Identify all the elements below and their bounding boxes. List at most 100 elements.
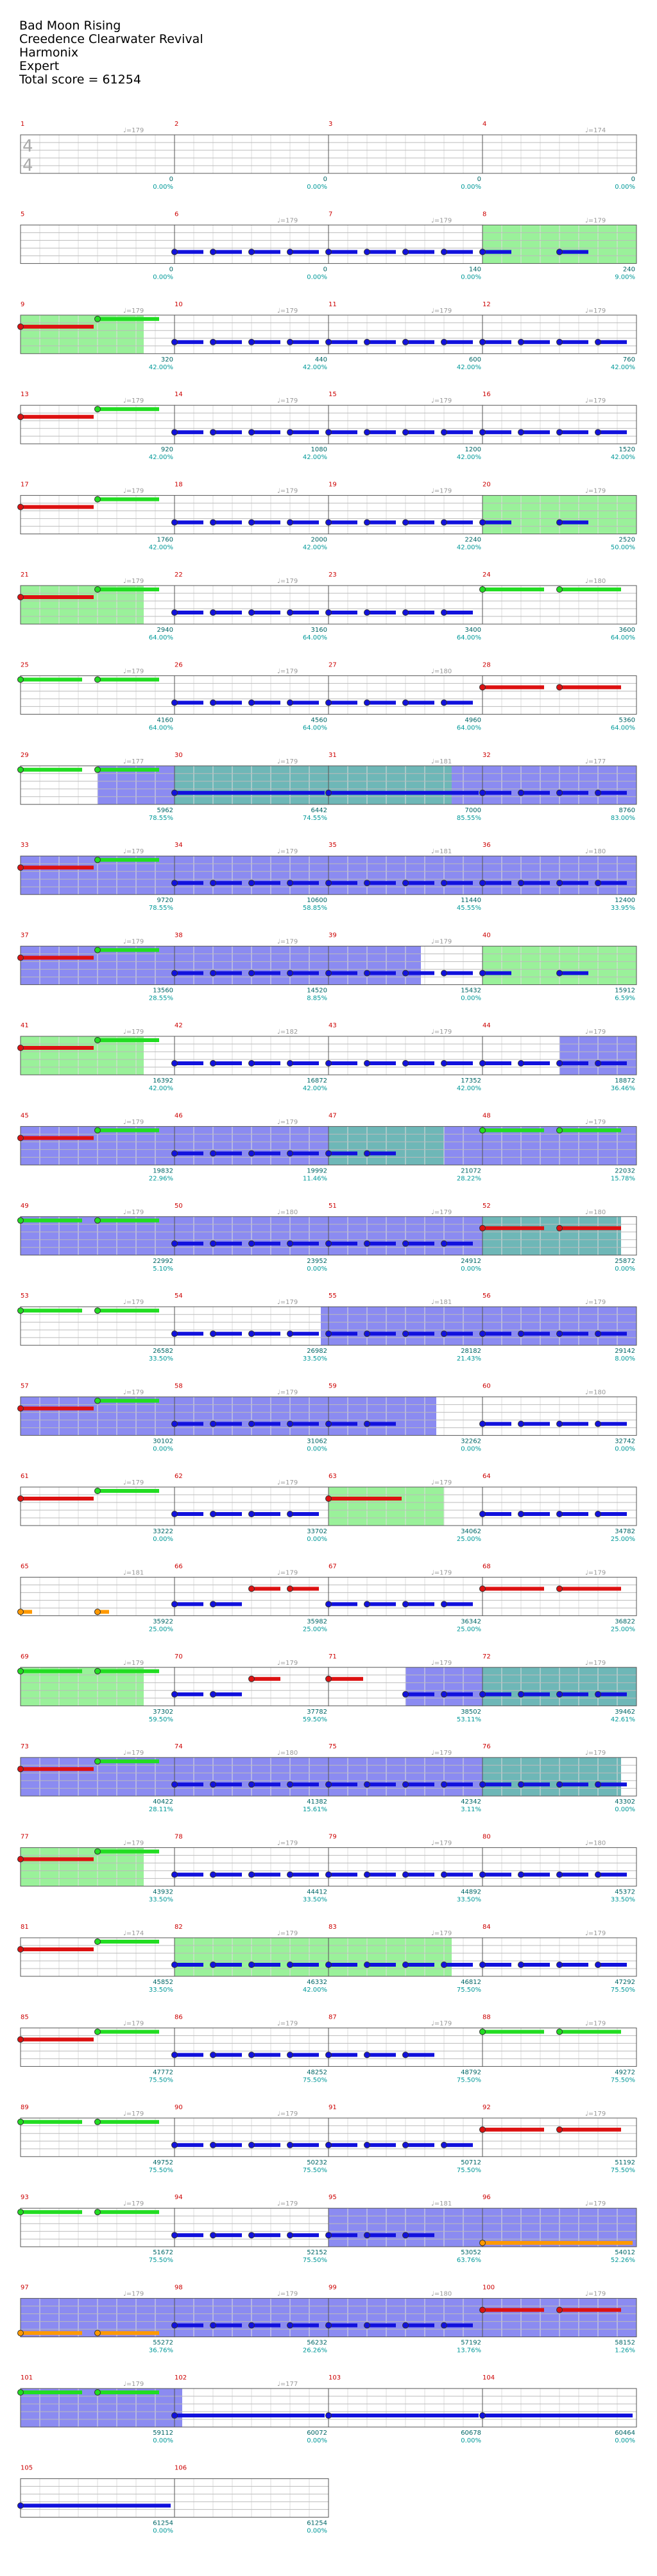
measure-number: 8	[482, 211, 486, 218]
blue-note	[441, 429, 447, 436]
blue-note	[364, 338, 370, 345]
sustain-bar	[213, 611, 242, 614]
blue-note	[518, 880, 524, 887]
blue-note	[287, 699, 293, 706]
measure-number: 29	[21, 752, 29, 759]
measure-score: 43302	[615, 1798, 635, 1806]
sustain-bar	[559, 881, 588, 885]
sustain-bar	[252, 1241, 280, 1246]
red-note	[556, 684, 563, 691]
blue-note	[210, 2232, 216, 2239]
measure-number: 97	[21, 2284, 29, 2292]
sustain-bar	[521, 1512, 550, 1516]
tempo-marker: ♩=179	[123, 488, 144, 495]
measure-number: 4	[482, 121, 486, 128]
sustain-bar	[405, 250, 434, 254]
tempo-marker: ♩=179	[123, 1840, 144, 1847]
measure-number: 84	[482, 1924, 491, 1931]
measure-percent: 64.00%	[149, 724, 173, 731]
measure-percent: 78.55%	[149, 815, 173, 822]
measure-score: 26582	[153, 1348, 173, 1355]
tempo-marker: ♩=179	[123, 1029, 144, 1036]
blue-note	[325, 1871, 332, 1878]
green-note	[94, 676, 101, 683]
measure-number: 73	[21, 1743, 29, 1750]
sustain-bar	[482, 1512, 511, 1516]
blue-note	[556, 1420, 563, 1427]
sustain-bar	[444, 1692, 473, 1696]
sustain-bar	[252, 430, 280, 435]
green-note	[17, 676, 24, 683]
measure-number: 72	[482, 1653, 491, 1660]
overdrive-section	[328, 1397, 436, 1436]
blue-note	[210, 1781, 216, 1788]
sustain-bar	[328, 1676, 363, 1681]
sustain-bar	[521, 1332, 550, 1336]
measure-percent: 64.00%	[611, 634, 635, 641]
sustain-bar	[405, 971, 434, 975]
sustain-bar	[21, 1136, 94, 1140]
tempo-marker: ♩=179	[277, 2110, 298, 2118]
measure-number: 91	[328, 2104, 337, 2111]
green-note	[94, 586, 101, 593]
blue-note	[210, 429, 216, 436]
sustain-bar	[367, 881, 396, 885]
red-note	[17, 1135, 24, 1142]
blue-note	[248, 2322, 255, 2329]
measure-percent: 42.00%	[457, 1085, 481, 1092]
measure-score: 3600	[619, 627, 635, 634]
blue-note	[441, 1330, 447, 1337]
measure-number: 75	[328, 1743, 337, 1750]
sustain-bar	[21, 1669, 82, 1673]
measure-number: 1	[21, 121, 24, 128]
tempo-marker: ♩=179	[123, 2381, 144, 2388]
green-note	[94, 1848, 101, 1855]
sustain-bar	[213, 340, 242, 344]
blue-note	[287, 1060, 293, 1066]
measure-number: 74	[175, 1743, 183, 1750]
measure-number: 19	[328, 482, 337, 489]
tempo-marker: ♩=179	[123, 1660, 144, 1667]
measure-percent: 25.00%	[149, 1626, 173, 1633]
red-note	[17, 1495, 24, 1502]
sustain-bar	[482, 1332, 511, 1336]
tempo-marker: ♩=180	[585, 848, 606, 855]
blue-note	[248, 880, 255, 887]
measure-number: 38	[175, 932, 183, 939]
measure-score: 46332	[307, 1979, 327, 1986]
measure-number: 39	[328, 932, 337, 939]
measure-percent: 36.46%	[611, 1085, 635, 1092]
sustain-bar	[559, 1872, 588, 1877]
blue-note	[402, 1060, 409, 1066]
sustain-bar	[559, 1061, 588, 1065]
measure-number: 59	[328, 1383, 337, 1390]
measure-score: 47772	[153, 2069, 173, 2076]
sustain-bar	[328, 701, 357, 705]
blue-note	[210, 970, 216, 977]
sustain-bar	[598, 1512, 627, 1516]
blue-note	[556, 1781, 563, 1788]
measure-score: 60072	[307, 2430, 327, 2437]
sustain-bar	[328, 881, 357, 885]
measure-score: 52152	[307, 2249, 327, 2256]
blue-note	[287, 1962, 293, 1968]
measure-score: 53052	[461, 2249, 481, 2256]
blue-note	[479, 1691, 486, 1698]
measure-percent: 52.26%	[611, 2257, 635, 2264]
blue-note	[171, 429, 178, 436]
measure-score: 0	[169, 176, 173, 183]
sustain-bar	[252, 1587, 280, 1591]
tempo-marker: ♩=179	[123, 939, 144, 946]
blue-note	[325, 1330, 332, 1337]
measure-percent: 0.00%	[461, 1446, 481, 1453]
sustain-bar	[405, 1692, 434, 1696]
sustain-bar	[21, 2331, 82, 2335]
measure-percent: 64.00%	[457, 634, 481, 641]
measure-number: 55	[328, 1292, 337, 1300]
overdrive-section	[328, 946, 421, 985]
measure-percent: 5.10%	[153, 1266, 173, 1273]
measure-score: 1760	[157, 537, 173, 544]
tempo-marker: ♩=180	[431, 2291, 452, 2298]
blue-note	[402, 2232, 409, 2239]
measure-number: 90	[175, 2104, 183, 2111]
